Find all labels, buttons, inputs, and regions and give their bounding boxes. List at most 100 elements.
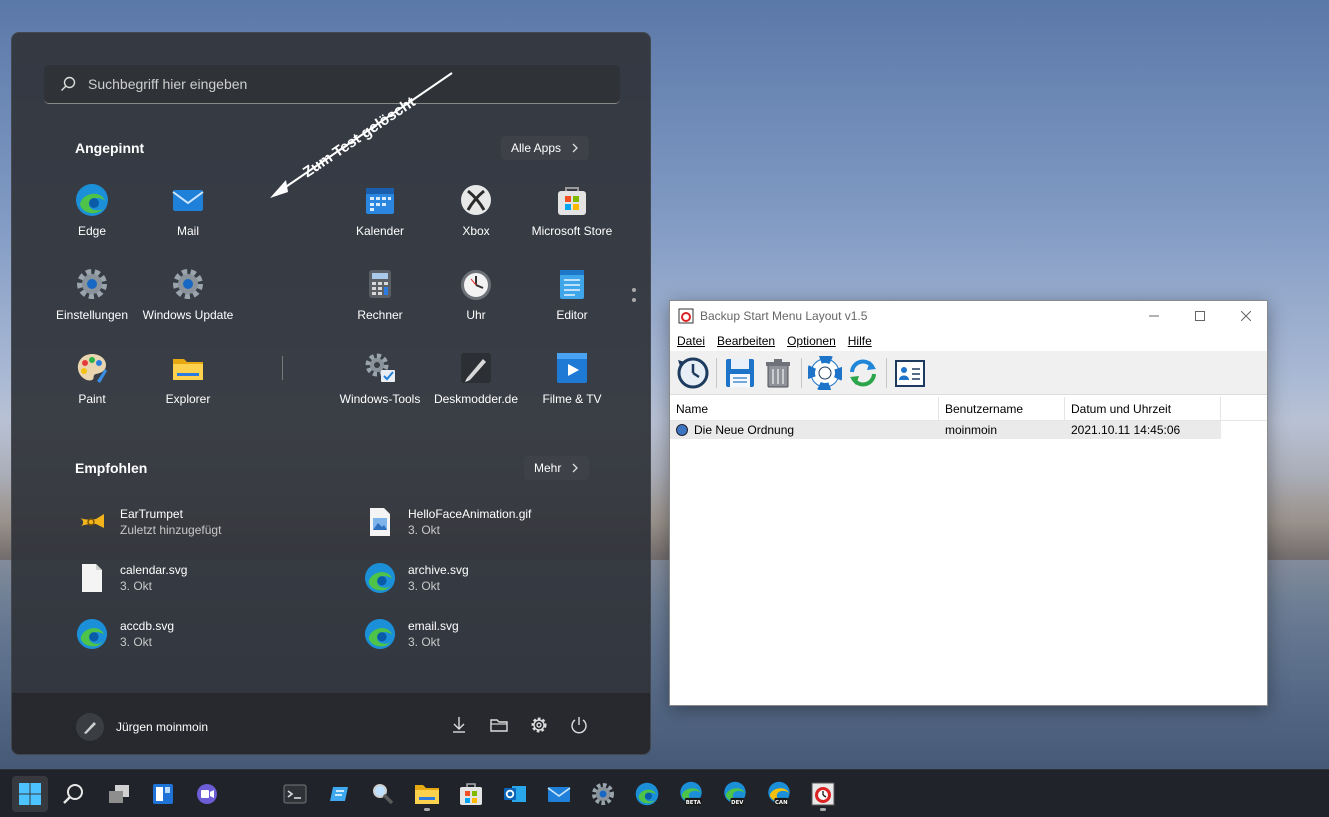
menu-optionen[interactable]: Optionen bbox=[787, 334, 836, 348]
folder-icon[interactable] bbox=[489, 715, 509, 735]
pinned-explorer[interactable]: Explorer bbox=[140, 351, 236, 431]
chevron-right-icon bbox=[572, 143, 578, 153]
badge-dev: DEV bbox=[731, 800, 744, 806]
power-icon[interactable] bbox=[569, 715, 589, 735]
pinned-windows-update[interactable]: Windows Update bbox=[140, 267, 236, 347]
clock-backup-icon bbox=[677, 357, 709, 388]
pinned-einstellungen[interactable]: Einstellungen bbox=[44, 267, 140, 347]
taskbar-store[interactable] bbox=[453, 776, 489, 812]
pinned-mail[interactable]: Mail bbox=[140, 183, 236, 263]
mail-icon bbox=[547, 787, 571, 802]
recommended-item[interactable]: EarTrumpet Zuletzt hinzugefügt bbox=[76, 502, 336, 542]
taskbar-edge-canary[interactable]: CAN bbox=[761, 776, 797, 812]
close-icon bbox=[1241, 311, 1251, 321]
pinned-xbox[interactable]: Xbox bbox=[428, 183, 524, 263]
taskbar-edge-beta[interactable]: BETA bbox=[673, 776, 709, 812]
xbox-icon bbox=[459, 183, 493, 217]
pinned-editor[interactable]: Editor bbox=[524, 267, 620, 347]
delete-button[interactable] bbox=[761, 356, 795, 390]
pinned-kalender[interactable]: Kalender bbox=[332, 183, 428, 263]
save-button[interactable] bbox=[723, 356, 757, 390]
recommended-name: HelloFaceAnimation.gif bbox=[408, 507, 532, 521]
pinned-store[interactable]: Microsoft Store bbox=[524, 183, 620, 263]
column-datetime[interactable]: Datum und Uhrzeit bbox=[1065, 397, 1221, 420]
tools-icon bbox=[363, 351, 397, 385]
taskbar-edge-dev[interactable]: DEV bbox=[717, 776, 753, 812]
pen-icon bbox=[459, 351, 493, 385]
page-indicator[interactable] bbox=[632, 288, 638, 308]
menu-bar: Datei Bearbeiten Optionen Hilfe bbox=[670, 331, 1267, 351]
pinned-uhr[interactable]: Uhr bbox=[428, 267, 524, 347]
recommended-item[interactable]: calendar.svg 3. Okt bbox=[76, 558, 336, 598]
taskbar-settings[interactable] bbox=[585, 776, 621, 812]
start-button[interactable] bbox=[12, 776, 48, 812]
pinned-deskmodder[interactable]: Deskmodder.de bbox=[428, 351, 524, 431]
app-label: Kalender bbox=[355, 224, 405, 238]
menu-hilfe[interactable]: Hilfe bbox=[848, 334, 872, 348]
taskbar-task-view[interactable] bbox=[101, 776, 137, 812]
folder-icon bbox=[171, 351, 205, 385]
info-button[interactable] bbox=[893, 356, 927, 390]
edge-icon bbox=[635, 782, 659, 806]
pinned-rechner[interactable]: Rechner bbox=[332, 267, 428, 347]
taskbar-edge[interactable] bbox=[629, 776, 665, 812]
taskbar-terminal[interactable] bbox=[277, 776, 313, 812]
taskbar-app-sync[interactable] bbox=[321, 776, 357, 812]
pinned-filme-tv[interactable]: Filme & TV bbox=[524, 351, 620, 431]
app-label: Xbox bbox=[462, 224, 490, 238]
pinned-paint[interactable]: Paint bbox=[44, 351, 140, 431]
taskbar-outlook[interactable] bbox=[497, 776, 533, 812]
taskbar-mail[interactable] bbox=[541, 776, 577, 812]
table-row[interactable]: Die Neue Ordnung moinmoin 2021.10.11 14:… bbox=[670, 421, 1221, 439]
app-label: Windows-Tools bbox=[339, 392, 421, 406]
taskbar-backup-app[interactable] bbox=[805, 776, 841, 812]
minimize-button[interactable] bbox=[1131, 301, 1177, 331]
recommended-item[interactable]: archive.svg 3. Okt bbox=[364, 558, 624, 598]
pen-icon bbox=[84, 722, 96, 734]
maximize-button[interactable] bbox=[1177, 301, 1223, 331]
pinned-edge[interactable]: Edge bbox=[44, 183, 140, 263]
menu-bearbeiten[interactable]: Bearbeiten bbox=[717, 334, 775, 348]
recommended-item[interactable]: HelloFaceAnimation.gif 3. Okt bbox=[364, 502, 624, 542]
maximize-icon bbox=[1195, 311, 1205, 321]
window-title: Backup Start Menu Layout v1.5 bbox=[700, 309, 868, 323]
badge-can: CAN bbox=[775, 800, 788, 806]
column-user[interactable]: Benutzername bbox=[939, 397, 1065, 420]
help-button[interactable] bbox=[807, 354, 843, 391]
recommended-item[interactable]: email.svg 3. Okt bbox=[364, 614, 624, 654]
cell-datetime: 2021.10.11 14:45:06 bbox=[1071, 423, 1181, 437]
all-apps-button[interactable]: Alle Apps bbox=[501, 136, 590, 160]
taskbar-magnifier[interactable] bbox=[365, 776, 401, 812]
trash-icon bbox=[766, 358, 790, 387]
taskbar-chat[interactable] bbox=[189, 776, 225, 812]
gear-icon bbox=[592, 783, 614, 805]
drag-divider bbox=[282, 356, 283, 380]
pinned-windows-tools[interactable]: Windows-Tools bbox=[332, 351, 428, 431]
taskbar-search[interactable] bbox=[56, 776, 92, 812]
taskbar-explorer[interactable] bbox=[409, 776, 445, 812]
close-button[interactable] bbox=[1223, 301, 1269, 331]
column-name[interactable]: Name bbox=[670, 397, 939, 420]
gear-icon[interactable] bbox=[529, 715, 549, 735]
contact-card-icon bbox=[895, 359, 925, 387]
app-label: Uhr bbox=[466, 308, 486, 322]
app-label: Rechner bbox=[357, 308, 403, 322]
more-button[interactable]: Mehr bbox=[524, 456, 590, 480]
app-label: Deskmodder.de bbox=[433, 392, 519, 406]
app-label: Microsoft Store bbox=[531, 224, 613, 238]
user-button[interactable]: Jürgen moinmoin bbox=[76, 713, 208, 741]
menu-datei[interactable]: Datei bbox=[677, 334, 705, 348]
refresh-button[interactable] bbox=[846, 356, 880, 390]
terminal-icon bbox=[283, 784, 307, 804]
paint-icon bbox=[75, 351, 109, 385]
store-icon bbox=[555, 183, 589, 217]
video-icon bbox=[555, 351, 589, 385]
start-footer: Jürgen moinmoin bbox=[12, 692, 650, 754]
recommended-item[interactable]: accdb.svg 3. Okt bbox=[76, 614, 336, 654]
download-icon[interactable] bbox=[449, 715, 469, 735]
recommended-name: archive.svg bbox=[408, 563, 469, 577]
backup-button[interactable] bbox=[676, 356, 710, 390]
list-header: Name Benutzername Datum und Uhrzeit bbox=[670, 397, 1267, 421]
taskbar-widgets[interactable] bbox=[145, 776, 181, 812]
recommended-name: accdb.svg bbox=[120, 619, 175, 633]
